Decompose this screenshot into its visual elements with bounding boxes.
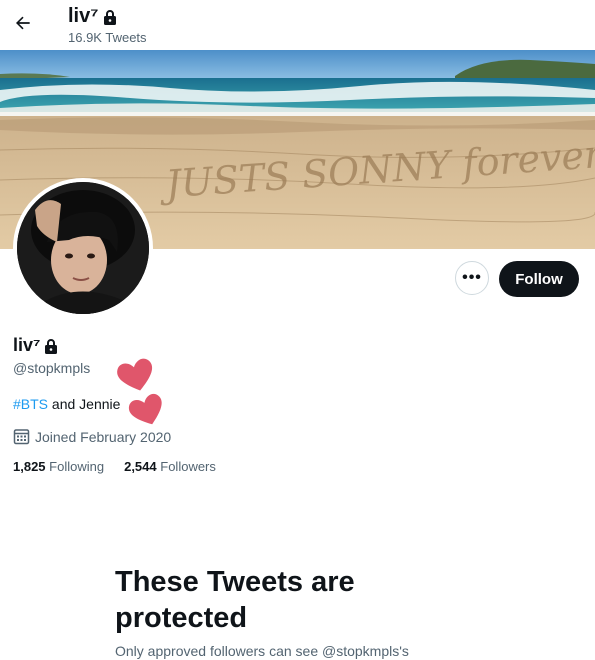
profile-handle: @stopkmpls [13, 360, 91, 376]
profile-name-row: liv⁷ [13, 334, 59, 356]
tweet-count: 16.9K Tweets [68, 30, 147, 45]
header-display-name: liv⁷ [68, 5, 99, 27]
joined-text: Joined February 2020 [35, 428, 172, 445]
top-bar: liv⁷ 16.9K Tweets [0, 0, 595, 50]
bio-hashtag-link[interactable]: #BTS [13, 396, 48, 412]
followers-count: 2,544 [124, 459, 157, 474]
calendar-icon [13, 429, 30, 445]
followers-label: Followers [160, 459, 216, 474]
arrow-left-icon [16, 16, 30, 30]
lock-icon [45, 339, 58, 354]
protected-heading: These Tweets are protected [115, 566, 355, 634]
joined-date: Joined February 2020 [13, 428, 171, 445]
more-options-button[interactable]: ••• [455, 261, 489, 295]
heart-icon [128, 393, 162, 425]
profile-display-name: liv⁷ [13, 335, 41, 355]
follow-button[interactable]: Follow [499, 261, 579, 297]
followers-link[interactable]: 2,544 Followers [124, 459, 216, 474]
heart-icon [117, 358, 153, 391]
lock-icon [103, 10, 116, 25]
back-button[interactable] [10, 10, 36, 36]
protected-description: Only approved followers can see @stopkmp… [115, 643, 409, 659]
bio-text: and Jennie [48, 396, 121, 412]
follow-stats: 1,825 Following 2,544 Followers [13, 459, 216, 474]
profile-bio: #BTS and Jennie [13, 396, 120, 412]
avatar[interactable] [13, 178, 153, 318]
following-link[interactable]: 1,825 Following [13, 459, 104, 474]
following-count: 1,825 [13, 459, 46, 474]
following-label: Following [49, 459, 105, 474]
header-title: liv⁷ 16.9K Tweets [68, 5, 147, 45]
